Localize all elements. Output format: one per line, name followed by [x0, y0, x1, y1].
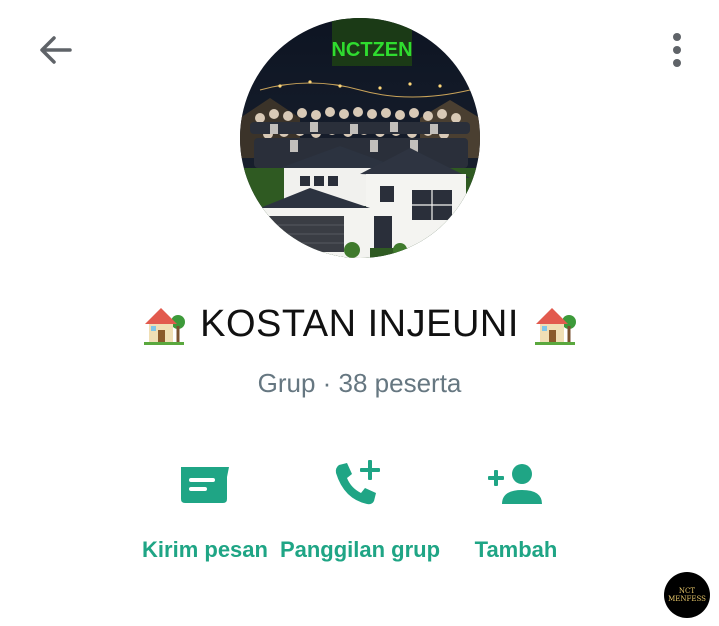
send-message-label: Kirim pesan: [142, 537, 268, 562]
house-with-garden-icon: [144, 308, 186, 345]
group-name: KOSTAN INJEUNI: [0, 302, 719, 346]
add-person-icon: [488, 464, 542, 504]
more-vertical-icon: [673, 33, 681, 67]
back-button[interactable]: [36, 30, 76, 70]
send-message-button[interactable]: Kirim pesan: [120, 455, 290, 565]
message-icon: [181, 467, 229, 503]
nctzen-logo: NCTZEN: [331, 39, 412, 61]
call-add-icon: [335, 460, 380, 505]
group-photo-image: NCTZEN: [240, 18, 480, 258]
add-participant-label: Tambah: [474, 537, 558, 562]
group-avatar[interactable]: NCTZEN: [240, 18, 480, 258]
arrow-left-icon: [40, 36, 72, 64]
watermark-line2: MENFESS: [668, 595, 706, 603]
house-with-garden-icon: [534, 308, 576, 345]
more-options-button[interactable]: [662, 30, 692, 72]
group-call-button[interactable]: Panggilan grup: [275, 455, 445, 565]
nct-menfess-watermark: NCT MENFESS: [664, 572, 710, 618]
group-call-label: Panggilan grup: [279, 537, 441, 562]
group-subtitle: Grup · 38 peserta: [257, 368, 462, 398]
add-participant-button[interactable]: Tambah: [431, 455, 601, 565]
watermark-line1: NCT: [678, 587, 696, 595]
group-name-text: KOSTAN INJEUNI: [200, 302, 519, 345]
